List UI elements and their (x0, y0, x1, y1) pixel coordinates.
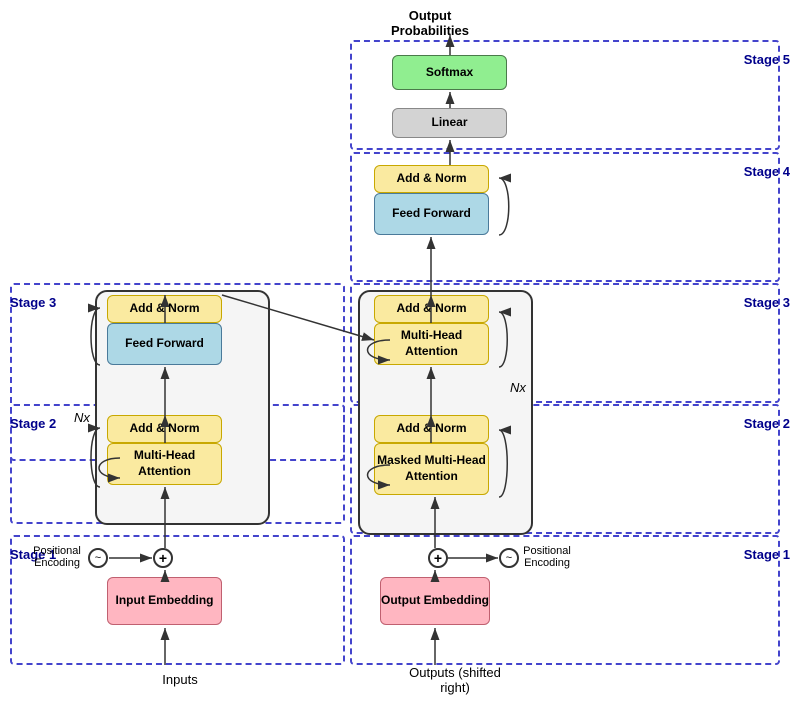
plus-right: + (428, 548, 448, 568)
input-embedding-block: Input Embedding (107, 577, 222, 625)
linear-block: Linear (392, 108, 507, 138)
add-norm-decoder-mha: Add & Norm (374, 295, 489, 323)
add-norm-encoder-ff: Add & Norm (107, 295, 222, 323)
feed-forward-encoder: Feed Forward (107, 323, 222, 365)
multi-head-attention-decoder: Multi-Head Attention (374, 323, 489, 365)
output-probabilities-label: Output Probabilities (370, 8, 490, 38)
nx-label-right: Nx (510, 380, 526, 395)
stage1-right-label: Stage 1 (744, 547, 790, 562)
positional-encoding-right-label: Positional Encoding (512, 545, 582, 569)
stage4-label: Stage 4 (744, 164, 790, 179)
positional-encoding-left-label: Positional Encoding (22, 545, 92, 569)
add-norm-decoder-ff: Add & Norm (374, 165, 489, 193)
diagram-container: Stage 5 Stage 4 Stage 3 Stage 3 Stage 2 … (0, 0, 800, 711)
inputs-label: Inputs (140, 672, 220, 687)
stage2-left-label: Stage 2 (10, 416, 56, 431)
softmax-block: Softmax (392, 55, 507, 90)
outputs-label: Outputs (shifted right) (395, 665, 515, 695)
stage5-label: Stage 5 (744, 52, 790, 67)
add-norm-masked: Add & Norm (374, 415, 489, 443)
nx-label-left: Nx (74, 410, 90, 425)
masked-multi-head-attention: Masked Multi-Head Attention (374, 443, 489, 495)
plus-left: + (153, 548, 173, 568)
stage3-left-label: Stage 3 (10, 295, 56, 310)
output-embedding-block: Output Embedding (380, 577, 490, 625)
stage3-right-label: Stage 3 (744, 295, 790, 310)
stage2-right-label: Stage 2 (744, 416, 790, 431)
add-norm-encoder-mha: Add & Norm (107, 415, 222, 443)
feed-forward-decoder: Feed Forward (374, 193, 489, 235)
multi-head-attention-encoder: Multi-Head Attention (107, 443, 222, 485)
